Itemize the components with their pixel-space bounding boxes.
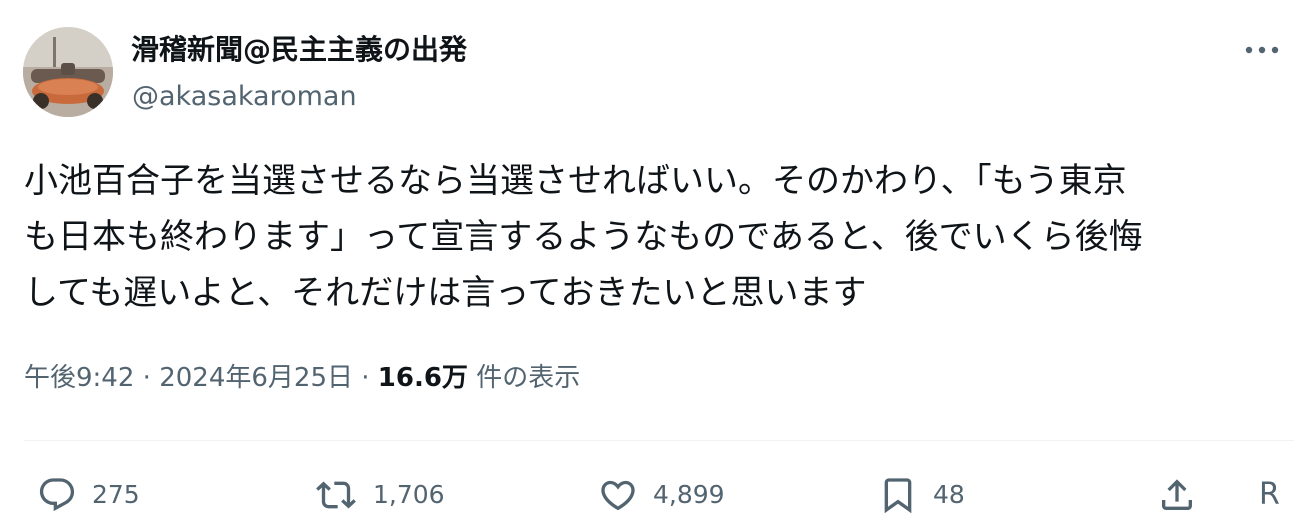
- more-dots-icon: [1245, 46, 1279, 54]
- share-button[interactable]: [1154, 465, 1212, 525]
- retweet-count: 1,706: [373, 480, 445, 509]
- tweet-meta: 午後9:42 · 2024年6月25日 · 16.6万 件の表示: [24, 358, 580, 398]
- views-label: 件の表示: [476, 363, 581, 393]
- views-count: 16.6万: [377, 363, 468, 393]
- more-options-button[interactable]: [1240, 34, 1284, 66]
- author-handle[interactable]: @akasakaroman: [132, 78, 357, 116]
- meta-separator: ·: [361, 363, 370, 393]
- meta-separator: ·: [142, 363, 151, 393]
- tweet-date[interactable]: 2024年6月25日: [159, 363, 353, 393]
- reply-count: 275: [92, 480, 140, 509]
- share-icon: [1162, 479, 1192, 510]
- tweet-text-line: 小池百合子を当選させるなら当選させればいい。そのかわり、「もう東京: [24, 161, 1127, 201]
- reply-icon: [39, 478, 75, 512]
- heart-icon: [601, 480, 635, 511]
- reply-button[interactable]: 275: [34, 465, 140, 525]
- retweet-button[interactable]: 1,706: [311, 465, 445, 525]
- bookmark-button[interactable]: 48: [875, 465, 965, 525]
- truncated-text: R: [1259, 477, 1280, 512]
- tweet-time[interactable]: 午後9:42: [24, 363, 134, 393]
- like-count: 4,899: [653, 480, 725, 509]
- retweet-icon: [316, 481, 356, 509]
- avatar-image: [23, 27, 113, 117]
- author-display-name[interactable]: 滑稽新聞@民主主義の出発: [131, 30, 467, 70]
- tweet-text: 小池百合子を当選させるなら当選させればいい。そのかわり、「もう東京 も日本も終わ…: [24, 153, 1294, 321]
- tweet-card: 滑稽新聞@民主主義の出発 @akasakaroman 小池百合子を当選させるなら…: [0, 0, 1306, 526]
- like-button[interactable]: 4,899: [595, 465, 725, 525]
- avatar[interactable]: [23, 27, 113, 117]
- bookmark-count: 48: [933, 480, 965, 509]
- tweet-text-line: も日本も終わります」って宣言するようなものであると、後でいくら後悔: [24, 217, 1143, 257]
- tweet-text-line: しても遅いよと、それだけは言っておきたいと思います: [24, 273, 867, 313]
- divider: [24, 440, 1294, 441]
- bookmark-icon: [884, 478, 912, 514]
- action-bar: 275 1,706 4,899 48: [0, 465, 1306, 525]
